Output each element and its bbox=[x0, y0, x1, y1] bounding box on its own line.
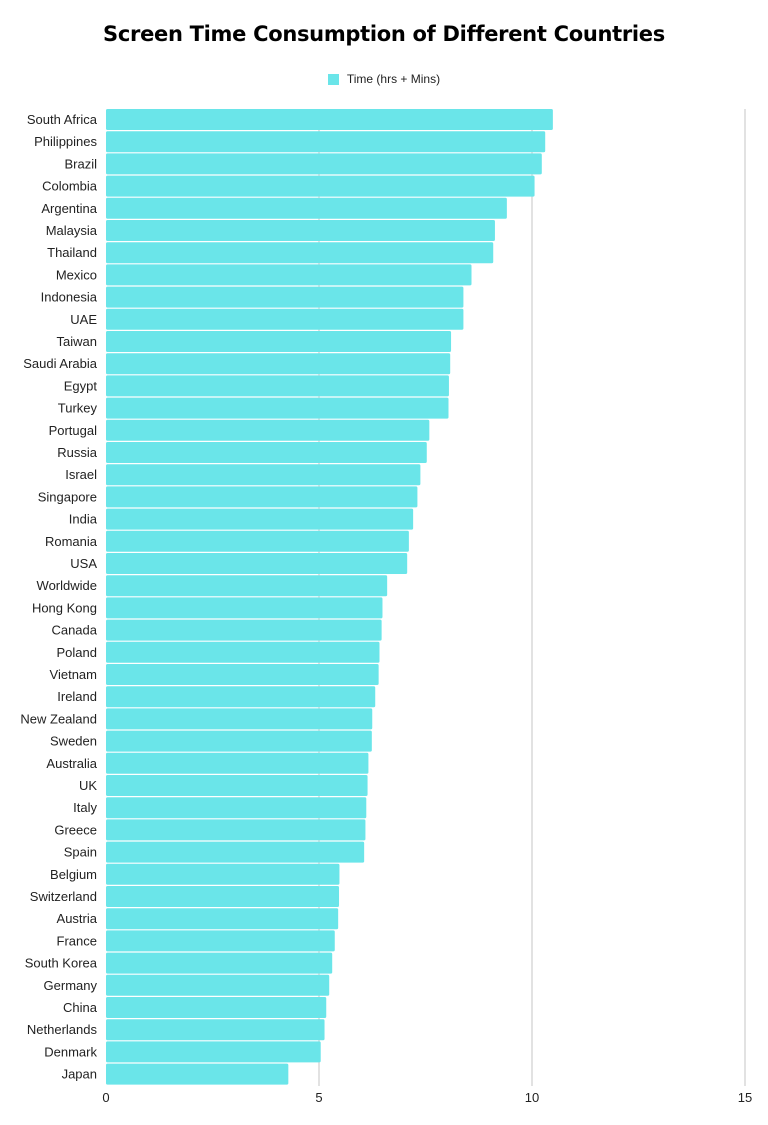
bar-greece bbox=[106, 819, 366, 841]
bars bbox=[106, 109, 553, 1085]
bar-italy bbox=[106, 797, 367, 819]
bar-hong-kong bbox=[106, 597, 383, 619]
y-axis-label: Germany bbox=[44, 978, 98, 993]
y-axis-label: Canada bbox=[51, 623, 97, 638]
y-axis-label: Saudi Arabia bbox=[23, 356, 97, 371]
bar-thailand bbox=[106, 242, 494, 264]
bar-australia bbox=[106, 752, 369, 774]
bar-malaysia bbox=[106, 220, 495, 241]
y-axis-label: UK bbox=[79, 778, 97, 793]
y-axis-label: Brazil bbox=[64, 156, 97, 171]
bar-israel bbox=[106, 464, 421, 486]
y-axis-label: Spain bbox=[64, 845, 97, 860]
y-axis-label: Indonesia bbox=[41, 290, 98, 305]
y-axis-label: Israel bbox=[65, 467, 97, 482]
bar-uae bbox=[106, 308, 464, 330]
bar-switzerland bbox=[106, 886, 340, 907]
y-axis-label: India bbox=[69, 512, 98, 527]
y-axis-label: France bbox=[57, 933, 97, 948]
y-axis-label: Italy bbox=[73, 800, 97, 815]
bar-worldwide bbox=[106, 575, 388, 597]
bar-philippines bbox=[106, 131, 546, 153]
y-axis-label: Malaysia bbox=[46, 223, 98, 238]
y-axis-label: Australia bbox=[46, 756, 97, 771]
y-axis-label: Mexico bbox=[56, 267, 97, 282]
bar-brazil bbox=[106, 153, 542, 175]
bar-egypt bbox=[106, 375, 449, 397]
y-axis-label: China bbox=[63, 1000, 98, 1015]
bar-south-korea bbox=[106, 952, 333, 974]
y-axis-label: Taiwan bbox=[57, 334, 97, 349]
bar-chart: South Africa Philippines Brazil Colombia Arg… bbox=[20, 109, 752, 1105]
y-axis-label: Philippines bbox=[34, 134, 97, 149]
bar-mexico bbox=[106, 264, 472, 286]
bar-china bbox=[106, 997, 327, 1018]
y-axis-label: Worldwide bbox=[37, 578, 97, 593]
bar-portugal bbox=[106, 419, 430, 441]
bar-new-zealand bbox=[106, 708, 373, 730]
bar-ireland bbox=[106, 686, 376, 708]
y-axis-label: Greece bbox=[54, 822, 97, 837]
y-axis-label: Sweden bbox=[50, 734, 97, 749]
bar-singapore bbox=[106, 486, 418, 508]
x-tick-label: 0 bbox=[102, 1090, 109, 1105]
bar-russia bbox=[106, 442, 427, 463]
y-axis-label: Denmark bbox=[44, 1044, 97, 1059]
bar-indonesia bbox=[106, 286, 464, 308]
x-tick-label: 10 bbox=[525, 1090, 539, 1105]
y-axis-label: USA bbox=[70, 556, 97, 571]
y-axis-label: Japan bbox=[62, 1067, 97, 1082]
bar-sweden bbox=[106, 730, 372, 752]
x-tick-label: 5 bbox=[315, 1090, 322, 1105]
y-axis-label: Singapore bbox=[38, 489, 97, 504]
bar-canada bbox=[106, 619, 382, 641]
y-axis-label: Ireland bbox=[57, 689, 97, 704]
bar-japan bbox=[106, 1063, 289, 1085]
y-axis-label: Colombia bbox=[42, 179, 98, 194]
y-axis-label: Romania bbox=[45, 534, 98, 549]
bar-south-africa bbox=[106, 109, 553, 130]
y-axis-label: New Zealand bbox=[20, 711, 97, 726]
bar-turkey bbox=[106, 397, 449, 419]
bar-denmark bbox=[106, 1041, 321, 1063]
y-axis-label: Austria bbox=[57, 911, 98, 926]
y-axis-label: Russia bbox=[57, 445, 98, 460]
y-axis-label: South Korea bbox=[25, 956, 98, 971]
bar-india bbox=[106, 508, 414, 530]
bar-belgium bbox=[106, 863, 340, 885]
y-axis-label: Belgium bbox=[50, 867, 97, 882]
bar-colombia bbox=[106, 175, 535, 197]
y-axis-label: Turkey bbox=[58, 401, 98, 416]
y-axis-label: Hong Kong bbox=[32, 600, 97, 615]
bar-germany bbox=[106, 974, 330, 996]
y-axis-label: Switzerland bbox=[30, 889, 97, 904]
bar-usa bbox=[106, 553, 408, 574]
bar-poland bbox=[106, 641, 380, 663]
bar-vietnam bbox=[106, 664, 379, 685]
y-axis-label: South Africa bbox=[27, 112, 98, 127]
y-axis-label: Portugal bbox=[49, 423, 98, 438]
bar-romania bbox=[106, 530, 409, 552]
y-axis-label: Thailand bbox=[47, 245, 97, 260]
y-axis-label: UAE bbox=[70, 312, 97, 327]
x-tick-label: 15 bbox=[738, 1090, 752, 1105]
bar-netherlands bbox=[106, 1019, 325, 1041]
bar-uk bbox=[106, 775, 368, 796]
y-axis-label: Netherlands bbox=[27, 1022, 98, 1037]
bar-taiwan bbox=[106, 331, 452, 352]
bar-austria bbox=[106, 908, 339, 930]
bar-saudi-arabia bbox=[106, 353, 451, 375]
bar-argentina bbox=[106, 197, 507, 219]
x-axis-ticks: 0 5 10 15 bbox=[102, 1090, 752, 1105]
y-axis-label: Egypt bbox=[64, 378, 98, 393]
y-axis-label: Poland bbox=[57, 645, 97, 660]
y-axis-label: Argentina bbox=[41, 201, 97, 216]
y-axis-labels: South Africa Philippines Brazil Colombia Arg… bbox=[20, 112, 97, 1082]
bar-france bbox=[106, 930, 335, 952]
bar-spain bbox=[106, 841, 365, 863]
y-axis-label: Vietnam bbox=[50, 667, 97, 682]
